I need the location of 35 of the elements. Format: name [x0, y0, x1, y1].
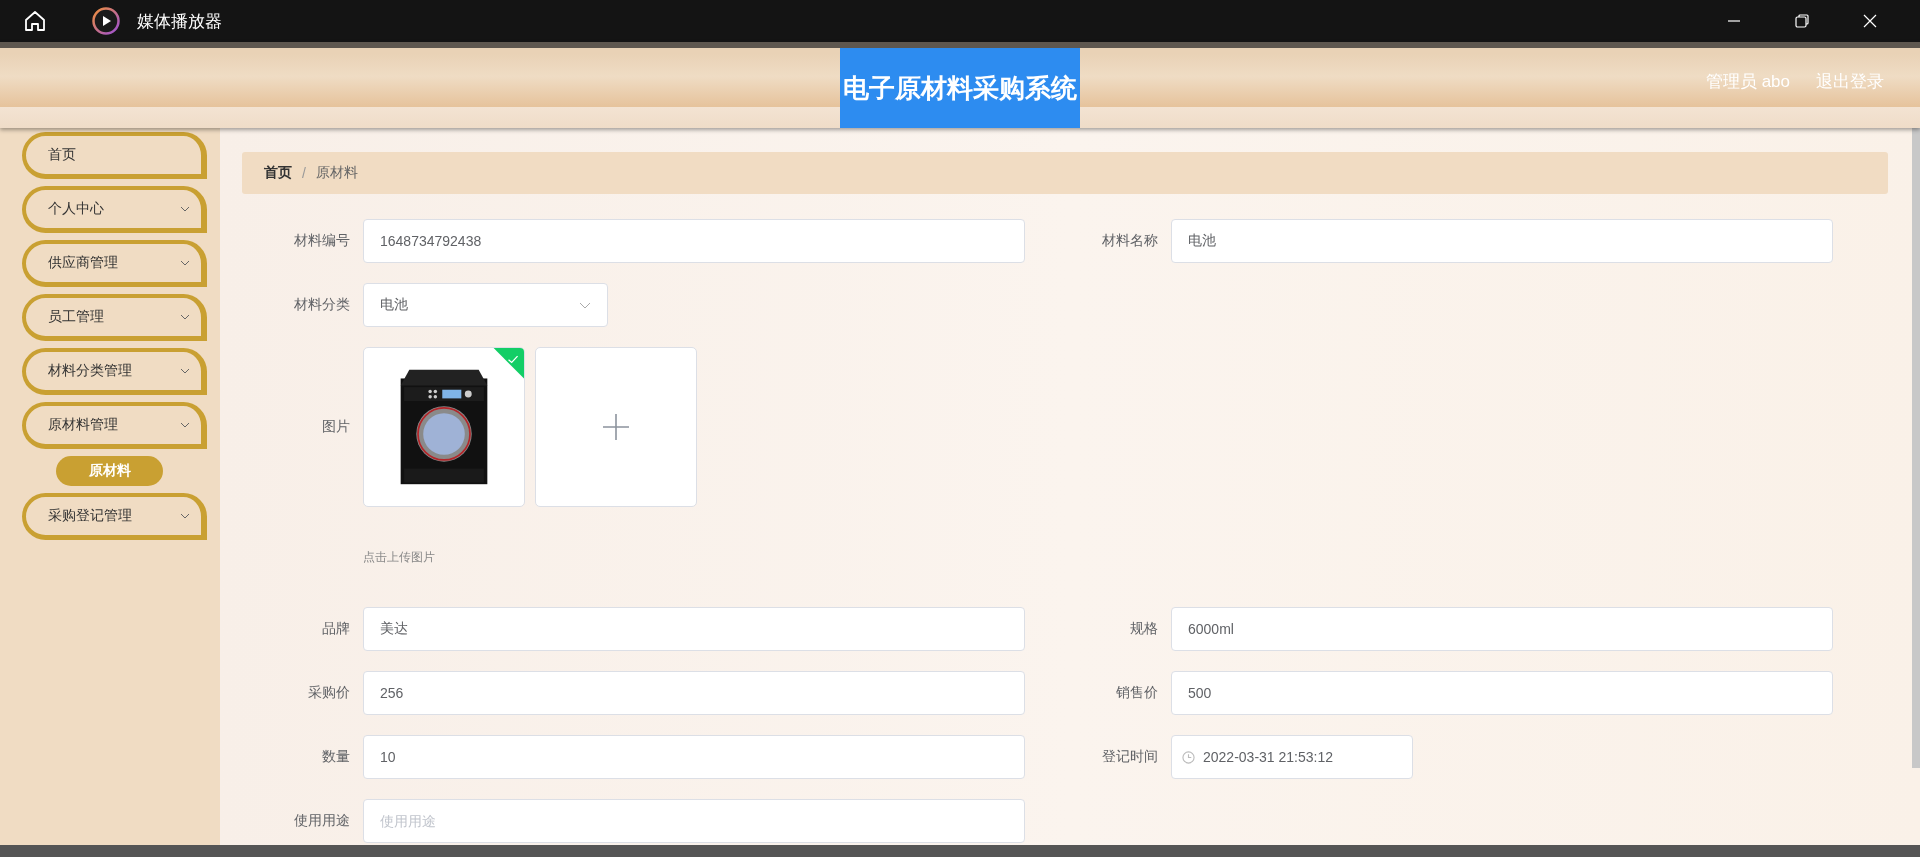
menu-item[interactable]: 员工管理 — [22, 294, 207, 341]
user-name: 管理员 abo — [1705, 71, 1790, 93]
field-label: 材料编号 — [293, 232, 351, 250]
input-field[interactable]: 500 — [1171, 671, 1833, 715]
breadcrumb-item: 原材料 — [315, 164, 358, 182]
field-label: 材料名称 — [1101, 232, 1159, 250]
field-label: 销售价 — [1115, 684, 1159, 702]
field-label: 材料分类 — [293, 296, 351, 314]
input-field[interactable]: 10 — [363, 735, 1025, 779]
menu-item[interactable]: 供应商管理 — [22, 240, 207, 287]
menu-item[interactable]: 采购登记管理 — [22, 493, 207, 540]
input-field[interactable]: 6000ml — [1171, 607, 1833, 651]
breadcrumb-separator: / — [302, 165, 306, 181]
system-title: 电子原材料采购系统 — [840, 48, 1080, 128]
breadcrumb-item[interactable]: 首页 — [264, 164, 292, 182]
select-field[interactable]: 电池 — [363, 283, 608, 327]
menu-item[interactable]: 首页 — [22, 132, 207, 179]
menu-item[interactable]: 材料分类管理 — [22, 348, 207, 395]
field-label: 采购价 — [307, 684, 351, 702]
date-field[interactable]: 2022-03-31 21:53:12 — [1171, 735, 1413, 779]
field-label: 登记时间 — [1101, 748, 1159, 766]
input-field[interactable]: 使用用途 — [363, 799, 1025, 843]
upload-hint: 点击上传图片 — [363, 549, 436, 566]
field-label: 使用用途 — [293, 812, 351, 830]
field-label: 规格 — [1129, 620, 1159, 638]
field-label: 品牌 — [321, 620, 351, 638]
input-field[interactable]: 美达 — [363, 607, 1025, 651]
window-title: 媒体播放器 — [137, 10, 222, 33]
menu-item[interactable]: 原材料管理 — [22, 402, 207, 449]
input-field[interactable]: 1648734792438 — [363, 219, 1025, 263]
field-label: 数量 — [321, 748, 351, 766]
input-field[interactable]: 电池 — [1171, 219, 1833, 263]
field-label: 图片 — [321, 418, 351, 436]
input-field[interactable]: 256 — [363, 671, 1025, 715]
menu-item[interactable]: 个人中心 — [22, 186, 207, 233]
